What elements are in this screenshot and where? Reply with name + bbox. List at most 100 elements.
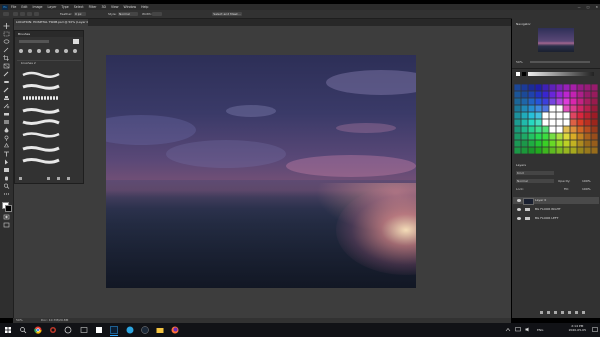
style-dropdown[interactable]: Normal xyxy=(118,12,138,16)
color-swatch[interactable] xyxy=(563,112,570,119)
tool-preset-picker[interactable] xyxy=(3,12,9,16)
color-swatch[interactable] xyxy=(542,147,549,154)
color-swatch[interactable] xyxy=(514,112,521,119)
marquee-tool-icon[interactable] xyxy=(3,31,10,37)
visibility-eye-icon[interactable] xyxy=(517,208,521,211)
color-swatch[interactable] xyxy=(521,119,528,126)
link-layers-icon[interactable] xyxy=(540,311,543,314)
color-swatch[interactable] xyxy=(591,84,598,91)
color-swatch[interactable] xyxy=(591,119,598,126)
windows-icon[interactable] xyxy=(4,326,12,334)
network-icon[interactable] xyxy=(515,327,521,332)
color-swatch[interactable] xyxy=(549,84,556,91)
intersect-selection-icon[interactable] xyxy=(34,12,39,16)
file-explorer-icon[interactable] xyxy=(156,326,164,334)
delete-layer-icon[interactable] xyxy=(582,311,585,314)
system-tray-chevron-icon[interactable] xyxy=(505,327,511,332)
color-swatch[interactable] xyxy=(570,147,577,154)
color-swatch[interactable] xyxy=(528,126,535,133)
brush-preset[interactable] xyxy=(73,49,77,53)
color-swatch[interactable] xyxy=(549,112,556,119)
new-brush-icon[interactable] xyxy=(73,39,79,44)
color-swatch[interactable] xyxy=(577,112,584,119)
brush-settings-icon[interactable] xyxy=(19,177,22,180)
color-swatch[interactable] xyxy=(514,98,521,105)
chrome-icon[interactable] xyxy=(34,326,42,334)
delete-brush-icon[interactable] xyxy=(67,177,70,180)
color-swatch[interactable] xyxy=(542,105,549,112)
menu-3d[interactable]: 3D xyxy=(101,5,105,9)
color-swatch[interactable] xyxy=(584,147,591,154)
color-swatch[interactable] xyxy=(563,91,570,98)
lasso-tool-icon[interactable] xyxy=(3,39,10,45)
color-swatch[interactable] xyxy=(514,147,521,154)
eraser-tool-icon[interactable] xyxy=(3,111,10,117)
hand-tool-icon[interactable] xyxy=(3,175,10,181)
color-swatch[interactable] xyxy=(584,126,591,133)
width-input[interactable] xyxy=(152,12,162,16)
color-swatch[interactable] xyxy=(549,105,556,112)
color-swatch[interactable] xyxy=(584,133,591,140)
color-swatch[interactable] xyxy=(570,140,577,147)
color-swatch[interactable] xyxy=(556,126,563,133)
color-swatch[interactable] xyxy=(528,84,535,91)
color-swatch[interactable] xyxy=(535,105,542,112)
visibility-eye-icon[interactable] xyxy=(517,217,521,220)
telegram-icon[interactable] xyxy=(126,326,134,334)
color-swatch[interactable] xyxy=(591,126,598,133)
color-swatch[interactable] xyxy=(570,84,577,91)
color-swatch[interactable] xyxy=(542,133,549,140)
document-tab[interactable]: LOCATION: HOSPITAL TSNM.psd @ 50% (Layer… xyxy=(13,19,88,26)
brush-stroke-preview[interactable] xyxy=(21,107,61,114)
color-swatch[interactable] xyxy=(570,112,577,119)
history-brush-tool-icon[interactable] xyxy=(3,103,10,109)
menu-type[interactable]: Type xyxy=(61,5,68,9)
color-swatch[interactable] xyxy=(556,140,563,147)
color-swatch[interactable] xyxy=(563,133,570,140)
color-swatch[interactable] xyxy=(514,84,521,91)
layer-group-row[interactable]: BG FLOOR LEFT xyxy=(513,215,599,222)
windows-settings-icon[interactable] xyxy=(95,326,103,334)
color-swatch[interactable] xyxy=(535,112,542,119)
color-swatch[interactable] xyxy=(556,84,563,91)
visibility-eye-icon[interactable] xyxy=(517,199,521,202)
color-swatch[interactable] xyxy=(535,140,542,147)
color-swatch[interactable] xyxy=(563,98,570,105)
color-swatch[interactable] xyxy=(528,112,535,119)
color-swatch[interactable] xyxy=(577,147,584,154)
color-swatch[interactable] xyxy=(556,112,563,119)
color-swatch[interactable] xyxy=(549,91,556,98)
brush-tool-icon[interactable] xyxy=(3,87,10,93)
color-swatch[interactable] xyxy=(528,105,535,112)
swatch[interactable] xyxy=(516,72,520,76)
color-swatch[interactable] xyxy=(542,91,549,98)
color-swatch[interactable] xyxy=(563,84,570,91)
color-swatch[interactable] xyxy=(577,105,584,112)
color-swatch[interactable] xyxy=(521,112,528,119)
color-swatch[interactable] xyxy=(514,126,521,133)
path-selection-tool-icon[interactable] xyxy=(3,159,10,165)
color-swatch[interactable] xyxy=(570,91,577,98)
color-swatch[interactable] xyxy=(563,105,570,112)
color-swatch[interactable] xyxy=(577,140,584,147)
color-swatch[interactable] xyxy=(535,91,542,98)
brush-stroke-preview[interactable] xyxy=(21,95,61,102)
color-swatch[interactable] xyxy=(549,147,556,154)
maximize-button[interactable]: □ xyxy=(587,5,590,9)
color-swatch[interactable] xyxy=(563,140,570,147)
color-swatch[interactable] xyxy=(570,126,577,133)
brush-preset[interactable] xyxy=(55,49,59,53)
navigator-thumbnail[interactable] xyxy=(538,28,574,52)
brush-group-label[interactable]: brushes 2 xyxy=(21,61,36,66)
move-tool-icon[interactable] xyxy=(3,23,10,29)
color-swatch[interactable] xyxy=(591,133,598,140)
color-swatch[interactable] xyxy=(584,119,591,126)
color-swatch[interactable] xyxy=(514,119,521,126)
layer-row[interactable]: Layer 0 xyxy=(513,197,599,205)
color-swatch[interactable] xyxy=(542,112,549,119)
color-swatch[interactable] xyxy=(556,147,563,154)
color-swatch[interactable] xyxy=(521,84,528,91)
color-swatch[interactable] xyxy=(542,84,549,91)
color-swatch[interactable] xyxy=(591,98,598,105)
color-swatch[interactable] xyxy=(556,133,563,140)
